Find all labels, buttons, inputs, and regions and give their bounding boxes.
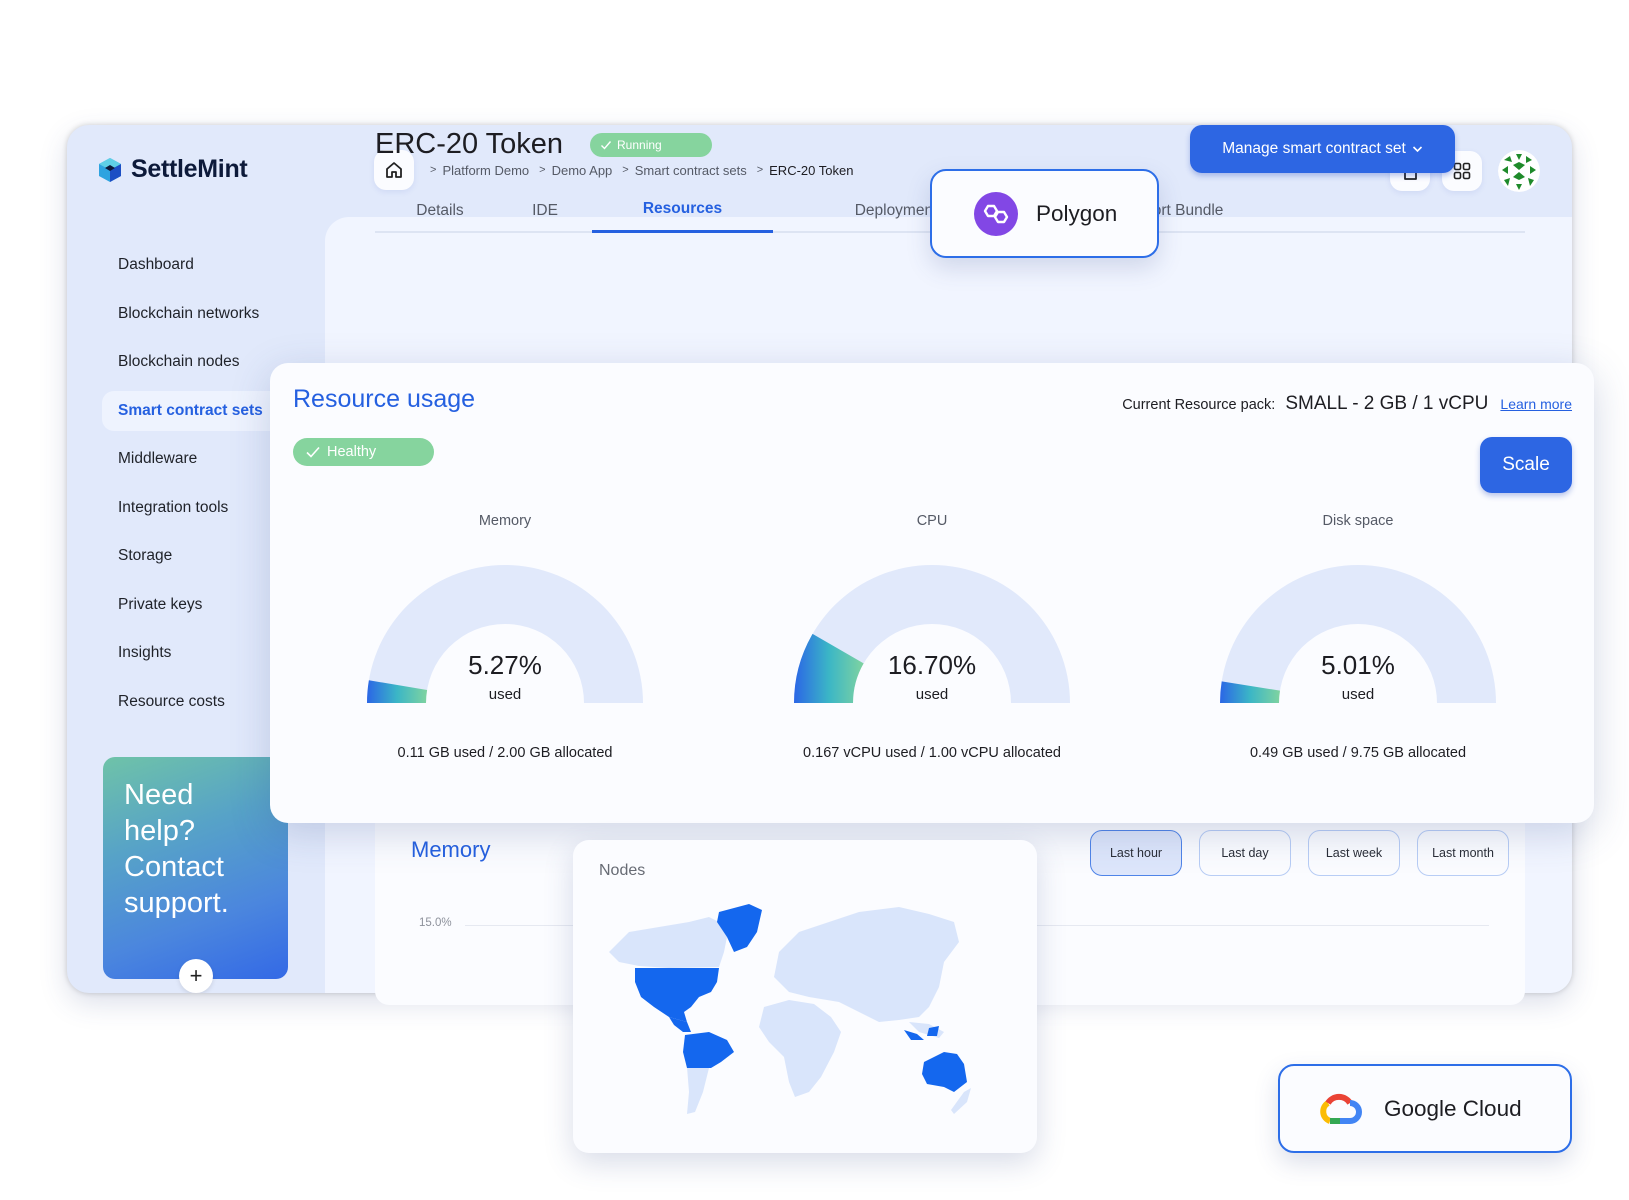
gauge-disk-space: Disk space 5.01% used 0.49 GB used / 9.7… (1158, 513, 1558, 783)
settlemint-logo[interactable]: SettleMint (97, 155, 248, 184)
polygon-network-badge: Polygon (930, 169, 1159, 258)
gauge-memory: Memory 5.27% used 0.11 GB used / 2.00 GB… (305, 513, 705, 783)
resource-pack-value: SMALL - 2 GB / 1 vCPU (1285, 393, 1489, 414)
tab-details[interactable]: Details (375, 188, 505, 233)
y-tick-label: 15.0% (419, 917, 452, 929)
gauge-track (367, 565, 643, 703)
breadcrumb-item[interactable]: > Demo App (539, 163, 612, 178)
southern-south-america (687, 1067, 709, 1114)
resource-pack-label: Current Resource pack: (1122, 397, 1276, 413)
breadcrumb-item[interactable]: > Platform Demo (430, 163, 529, 178)
gauge-label: Memory (478, 513, 532, 529)
gauge-percent: 5.27% (468, 650, 542, 680)
tab-resources[interactable]: Resources (592, 188, 773, 233)
page-title: ERC-20 Token (375, 128, 564, 160)
resource-usage-title: Resource usage (293, 385, 476, 413)
range-last-day-button[interactable]: Last day (1199, 830, 1291, 876)
breadcrumb-item[interactable]: > Smart contract sets (622, 163, 746, 178)
check-icon (306, 446, 320, 458)
breadcrumb-current: > ERC-20 Token (756, 162, 854, 178)
south-america-north (683, 1032, 734, 1068)
resource-usage-card: Resource usage Healthy Current Resource … (270, 363, 1594, 823)
learn-more-link[interactable]: Learn more (1500, 396, 1572, 412)
africa (759, 1000, 841, 1097)
resource-pack-info: Current Resource pack: SMALL - 2 GB / 1 … (1122, 393, 1572, 415)
range-last-week-button[interactable]: Last week (1308, 830, 1400, 876)
brand-name: SettleMint (131, 155, 248, 183)
status-badge: Running (590, 133, 712, 157)
gauge-detail: 0.11 GB used / 2.00 GB allocated (397, 745, 613, 761)
home-icon (386, 162, 402, 178)
world-map (609, 904, 971, 1114)
tab-ide[interactable]: IDE (505, 188, 585, 233)
gauge-label: CPU (916, 513, 948, 529)
gauge-percent: 16.70% (887, 650, 977, 680)
avatar-pattern-icon (1498, 150, 1540, 192)
apps-grid-icon (1453, 162, 1471, 180)
sidebar-item-blockchain-networks[interactable]: Blockchain networks (102, 294, 322, 334)
gauge-detail: 0.49 GB used / 9.75 GB allocated (1249, 745, 1467, 761)
range-last-hour-button[interactable]: Last hour (1090, 830, 1182, 876)
scale-button[interactable]: Scale (1480, 437, 1572, 493)
contact-support-button[interactable]: + (179, 959, 213, 993)
cube-logo-icon (99, 157, 121, 182)
canada (609, 917, 729, 968)
gauge-label: Disk space (1322, 513, 1394, 529)
chevron-down-icon (1412, 146, 1422, 153)
gauge-used-label: used (1341, 686, 1375, 703)
health-badge: Healthy (293, 438, 434, 466)
australia (922, 1052, 967, 1092)
user-avatar[interactable] (1498, 150, 1540, 192)
nodes-map-card: Nodes (573, 840, 1037, 1153)
memory-chart-title: Memory (411, 837, 491, 862)
gauge-detail: 0.167 vCPU used / 1.00 vCPU allocated (803, 745, 1061, 761)
google-cloud-badge: Google Cloud (1278, 1064, 1572, 1153)
sidebar-item-dashboard[interactable]: Dashboard (102, 245, 322, 285)
range-last-month-button[interactable]: Last month (1417, 830, 1509, 876)
usa-mexico (635, 968, 719, 1022)
check-icon (601, 141, 612, 150)
gauge-track (1220, 565, 1496, 703)
polygon-logo-icon (974, 191, 1018, 236)
cloud-provider-name: Google Cloud (1384, 1095, 1522, 1121)
network-name: Polygon (1036, 200, 1118, 226)
manage-smart-contract-set-button[interactable]: Manage smart contract set (1190, 125, 1455, 173)
google-cloud-logo-icon (1320, 1093, 1362, 1124)
gauge-used-label: used (915, 686, 949, 703)
time-range-selector: Last hour Last day Last week Last month (1090, 830, 1509, 876)
gauge-percent: 5.01% (1321, 650, 1395, 680)
gauge-used-label: used (488, 686, 522, 703)
nodes-title: Nodes (599, 862, 646, 879)
help-card[interactable]: Need help? Contact support. + (103, 757, 288, 993)
help-text: Need help? Contact support. (124, 779, 229, 919)
gauge-cpu: CPU 16.70% used 0.167 vCPU used / 1.00 v… (732, 513, 1132, 783)
